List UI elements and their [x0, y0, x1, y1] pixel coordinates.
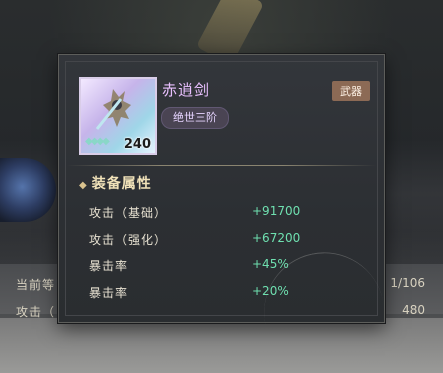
item-level: 240	[123, 137, 151, 152]
item-tooltip-panel: ◆◆◆◆ 240 赤逍剑 绝世三阶 武器 ◆ 装备属性 攻击（基础） +91700…	[58, 54, 385, 326]
star-diamonds-icon: ◆◆◆◆	[85, 136, 110, 147]
bottom-fade	[0, 318, 443, 373]
stat-value: +67200	[252, 231, 301, 245]
background-value-level: 1/106	[390, 276, 425, 290]
stat-value: +91700	[252, 204, 301, 218]
stat-label: 攻击（基础）	[89, 206, 168, 220]
item-tier-badge: 绝世三阶	[161, 107, 229, 129]
background-value-attack: 480	[402, 303, 425, 317]
sword-emblem-icon	[95, 89, 131, 130]
diamond-bullet-icon: ◆	[79, 180, 88, 191]
background-label-level: 当前等	[16, 278, 56, 292]
stat-label: 攻击（强化）	[89, 233, 168, 247]
stat-label: 暴击率	[89, 286, 129, 300]
item-icon-frame[interactable]: ◆◆◆◆ 240	[79, 77, 157, 155]
stat-label: 暴击率	[89, 259, 129, 273]
item-type-badge: 武器	[332, 81, 370, 101]
attributes-title-text: 装备属性	[91, 176, 152, 192]
section-divider	[67, 165, 376, 166]
attributes-title: ◆ 装备属性	[79, 173, 152, 193]
item-name: 赤逍剑	[162, 81, 211, 99]
